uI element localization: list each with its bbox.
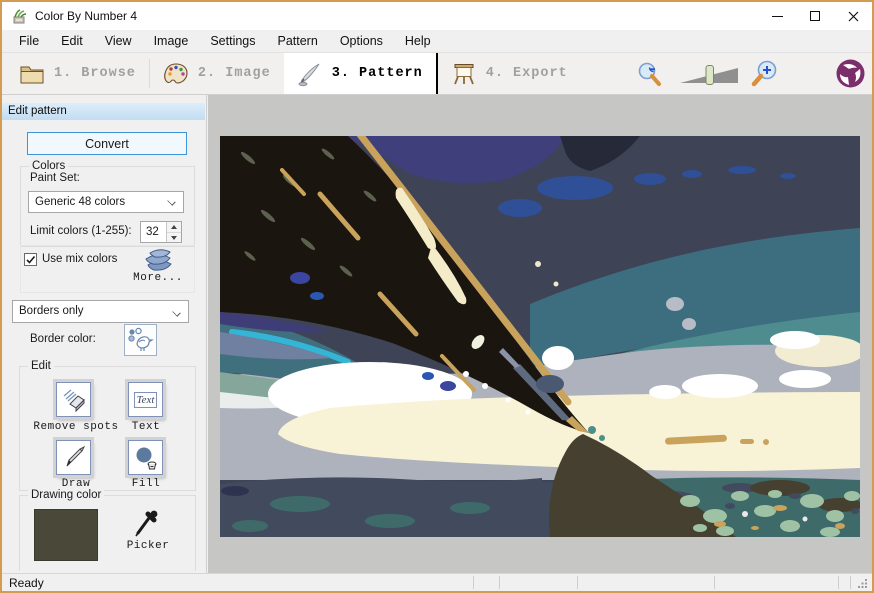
picker-label: Picker [110, 540, 186, 552]
remove-spots-button[interactable] [56, 382, 91, 417]
text-tool-button[interactable]: Text [128, 382, 163, 417]
app-window: Color By Number 4 File Edit View Image S… [0, 0, 874, 593]
toolbar: 1. Browse 2. Image 3. Pattern 4. Export [2, 53, 872, 95]
close-icon [848, 11, 859, 22]
statusbar-separator [577, 576, 578, 589]
statusbar-separator [499, 576, 500, 589]
step-label: 1. Browse [54, 66, 136, 81]
paint-set-label: Paint Set: [30, 172, 80, 184]
window-controls [758, 2, 872, 30]
triangle-up-icon [171, 225, 177, 229]
limit-colors-spinner[interactable]: 32 [140, 221, 182, 243]
triangle-down-icon [171, 236, 177, 240]
titlebar: Color By Number 4 [2, 2, 872, 30]
bird-with-dots-icon [127, 327, 154, 353]
folder-icon [19, 61, 45, 87]
filled-circle-bucket-icon [132, 444, 160, 472]
chevron-down-icon [172, 308, 180, 316]
drawing-color-group: Drawing color Picker [19, 495, 196, 571]
border-color-label: Border color: [30, 333, 96, 345]
paint-set-dropdown[interactable]: Generic 48 colors [28, 191, 184, 213]
maximize-icon [810, 11, 820, 21]
step-export[interactable]: 4. Export [438, 53, 581, 94]
step-pattern[interactable]: 3. Pattern [284, 53, 438, 94]
checkmark-icon [25, 254, 36, 265]
easel-icon [451, 61, 477, 87]
menubar: File Edit View Image Settings Pattern Op… [2, 30, 872, 53]
statusbar-separator [714, 576, 715, 589]
draw-tool-button[interactable] [56, 440, 91, 475]
borders-mode-value: Borders only [19, 305, 84, 317]
menu-item-settings[interactable]: Settings [199, 30, 266, 52]
convert-button[interactable]: Convert [27, 132, 187, 155]
fill-tool-button[interactable] [128, 440, 163, 475]
menu-item-view[interactable]: View [94, 30, 143, 52]
stacked-paints-icon[interactable] [140, 245, 178, 275]
menu-item-edit[interactable]: Edit [50, 30, 94, 52]
minimize-icon [772, 16, 783, 17]
status-text: Ready [9, 576, 44, 590]
edit-group-title: Edit [28, 360, 54, 372]
more-button[interactable]: More... [120, 272, 196, 284]
eyedropper-icon[interactable] [132, 506, 162, 538]
borders-mode-dropdown[interactable]: Borders only [12, 300, 189, 323]
statusbar-separator [850, 576, 851, 589]
menu-item-pattern[interactable]: Pattern [267, 30, 329, 52]
limit-colors-label: Limit colors (1-255): [30, 225, 132, 237]
main-area: Edit pattern Convert Colors Paint Set: G… [2, 95, 872, 573]
drawing-color-group-title: Drawing color [28, 489, 104, 501]
palette-icon [163, 61, 189, 87]
edit-group: Edit Remove spots Text Text Draw Fill [19, 366, 196, 491]
window-title: Color By Number 4 [35, 9, 137, 23]
menu-item-file[interactable]: File [8, 30, 50, 52]
drawing-color-swatch[interactable] [34, 509, 98, 561]
fill-tool-label: Fill [100, 478, 192, 490]
text-box-icon: Text [134, 392, 158, 408]
eraser-icon [61, 387, 87, 413]
minimize-button[interactable] [758, 2, 796, 30]
step-label: 4. Export [486, 66, 568, 81]
chevron-down-icon [167, 197, 175, 205]
close-button[interactable] [834, 2, 872, 30]
zoom-in-button[interactable] [750, 59, 781, 89]
menu-item-options[interactable]: Options [329, 30, 394, 52]
menu-item-help[interactable]: Help [394, 30, 442, 52]
statusbar: Ready [2, 573, 872, 591]
edit-pattern-panel: Edit pattern Convert Colors Paint Set: G… [2, 95, 207, 573]
maximize-button[interactable] [796, 2, 834, 30]
use-mix-colors-checkbox[interactable] [24, 253, 37, 266]
quill-pen-icon [297, 61, 323, 87]
panel-header: Edit pattern [2, 103, 205, 120]
limit-colors-value: 32 [146, 226, 159, 238]
app-icon [11, 8, 28, 25]
text-tool-label: Text [100, 421, 192, 433]
pattern-image[interactable] [220, 136, 860, 537]
statusbar-separator [473, 576, 474, 589]
spinner-up-button[interactable] [167, 222, 181, 232]
colors-group: Colors Paint Set: Generic 48 colors Limi… [20, 166, 195, 247]
zoom-out-button[interactable] [635, 61, 663, 88]
colors-group-title: Colors [29, 160, 68, 172]
canvas-area[interactable] [208, 95, 872, 573]
pencil-icon [61, 445, 87, 471]
spinner-down-button[interactable] [167, 232, 181, 242]
resize-grip[interactable] [858, 578, 868, 588]
step-image[interactable]: 2. Image [150, 53, 284, 94]
zoom-slider[interactable] [678, 64, 742, 86]
step-label: 3. Pattern [332, 66, 423, 81]
statusbar-separator [838, 576, 839, 589]
border-color-button[interactable] [124, 324, 157, 356]
use-mix-colors-label: Use mix colors [42, 253, 117, 265]
pinwheel-logo-icon [835, 58, 866, 89]
menu-item-image[interactable]: Image [143, 30, 200, 52]
step-browse[interactable]: 1. Browse [6, 53, 149, 94]
step-label: 2. Image [198, 66, 271, 81]
spinner-buttons [166, 222, 181, 242]
paint-set-value: Generic 48 colors [35, 196, 125, 208]
